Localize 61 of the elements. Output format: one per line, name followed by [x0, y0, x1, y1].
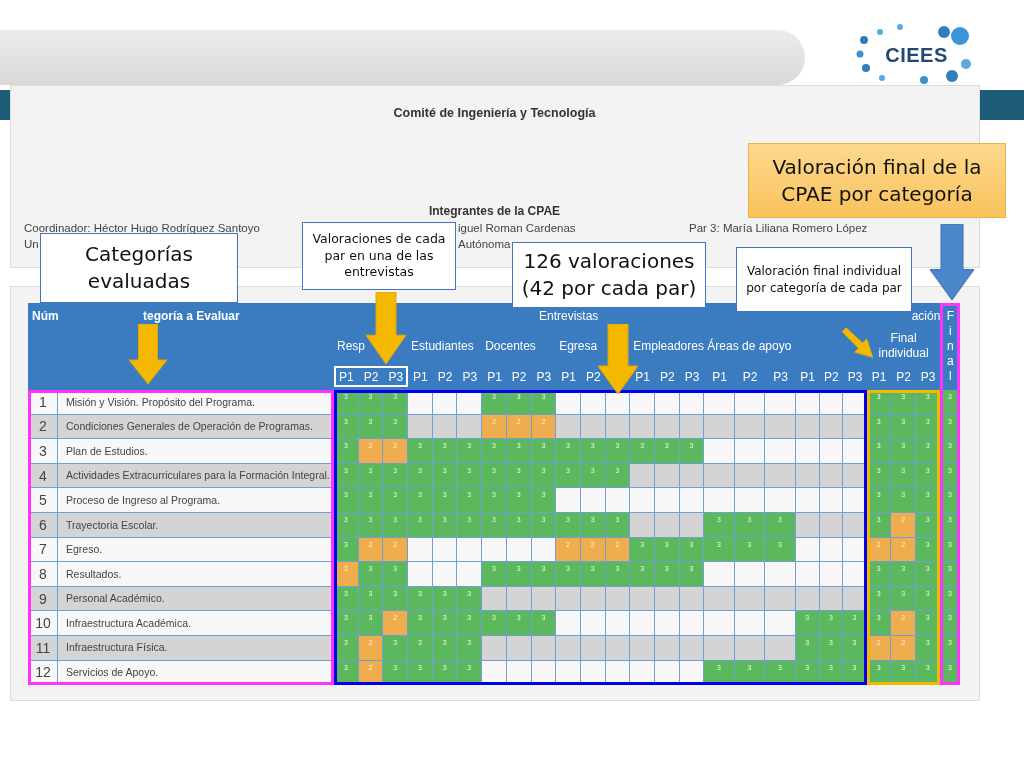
member-text: iguel Roman Cardenas: [458, 221, 576, 236]
group-header: Egresa: [559, 338, 598, 353]
subcolumn-header: P1: [339, 369, 354, 384]
group-header: Empleadores: [633, 338, 704, 353]
column-header: Final: [946, 309, 955, 384]
subcolumn-header: P2: [659, 369, 675, 384]
subcolumn-header: P1: [413, 369, 428, 384]
subcolumn-header: P1: [712, 369, 727, 384]
callout-box: Categorías evaluadas: [40, 233, 238, 303]
category-cell: Infraestructura Académica.: [58, 611, 334, 636]
member-text: Autónoma: [458, 237, 511, 252]
subcolumn-header: P3: [920, 369, 936, 384]
subcolumn-header: P3: [536, 369, 552, 384]
subcolumn-header: P1: [487, 369, 502, 384]
subcolumn-header: P2: [824, 369, 839, 384]
down-arrow: [366, 292, 406, 364]
category-cell: Proceso de Ingreso al Programa.: [58, 488, 334, 513]
category-cell: Egreso.: [58, 537, 334, 563]
subcolumn-header: P2: [363, 369, 379, 384]
logo: CIEES: [885, 44, 948, 67]
member-text: Par 3: María Liliana Romero López: [689, 221, 868, 236]
callout-box: Valoración final individual por categoría de cada par: [736, 247, 912, 312]
subcolumn-header: P3: [388, 369, 404, 384]
column-header: Entrevistas: [539, 308, 599, 323]
category-cell: Trayectoria Escolar.: [58, 512, 334, 538]
subcolumn-header: P2: [896, 369, 911, 384]
subcolumn-header: P1: [561, 369, 576, 384]
subcolumn-header: P2: [437, 369, 453, 384]
category-cell: Resultados.: [58, 562, 334, 587]
down-arrow: [129, 324, 167, 384]
group-header: Áreas de apoyo: [707, 338, 792, 353]
panel-title: Comité de Ingeniería y Tecnología: [392, 106, 597, 120]
group-header: Estudiantes: [411, 338, 474, 353]
category-cell: Personal Académico.: [58, 586, 334, 612]
group-header: Resp: [337, 338, 365, 353]
column-header: tegoría a Evaluar: [143, 308, 240, 323]
subcolumn-header: P1: [800, 369, 815, 384]
category-cell: Plan de Estudios.: [58, 439, 334, 464]
member-text: Coordinador: Héctor Hugo Rodríguez Santoyo: [24, 221, 260, 236]
column-header: ación: [911, 308, 941, 323]
subcolumn-header: P3: [684, 369, 700, 384]
subcolumn-header: P3: [462, 369, 478, 384]
subcolumn-header: P2: [511, 369, 527, 384]
member-text: Un: [24, 237, 39, 252]
column-header: Núm: [32, 308, 59, 323]
callout-box: Valoración final de la CPAE por categoría: [748, 143, 1006, 218]
category-cell: Infraestructura Física.: [58, 635, 334, 661]
callout-box: 126 valoraciones (42 por cada par): [512, 242, 706, 308]
callout-box: Valoraciones de cada par en una de las entrevistas: [302, 222, 456, 290]
subcolumn-header: P1: [635, 369, 650, 384]
subcolumn-header: P2: [585, 369, 601, 384]
category-cell: Condiciones Generales de Operación de Programas.: [58, 414, 334, 440]
subcolumn-header: P3: [773, 369, 788, 384]
group-header: Docentes: [485, 338, 536, 353]
group-header: Final individual: [877, 330, 930, 361]
subcolumn-header: P3: [847, 369, 863, 384]
category-cell: Actividades Extracurriculares para la Formación Integral.: [58, 463, 334, 489]
diagonal-arrow: [842, 326, 874, 360]
members-heading: Integrantes de la CPAE: [427, 204, 562, 218]
subcolumn-header: P2: [742, 369, 758, 384]
subcolumn-header: P1: [871, 369, 887, 384]
